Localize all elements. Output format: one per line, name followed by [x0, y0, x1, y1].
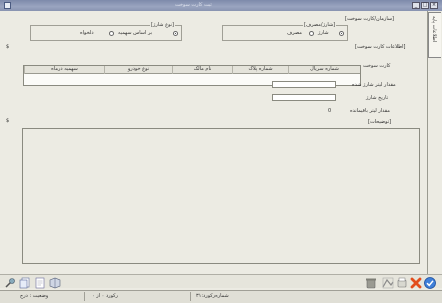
grid-header-monthly-quota[interactable]: سهمیه درماه — [24, 66, 104, 74]
app-icon — [4, 2, 11, 9]
grid-header: شماره سریال شماره پلاک نام مالک نوع خودر… — [24, 66, 360, 74]
page-icon[interactable] — [34, 277, 46, 289]
section-title-card-info: [اطلاعات کارت سوخت] — [355, 44, 406, 50]
grid-header-vehicle-type[interactable]: نوع خودرو — [104, 66, 172, 74]
status-mode: وضعیت : درج — [20, 293, 49, 299]
card-label: کارت سوخت — [363, 63, 391, 69]
close-button[interactable]: × — [430, 2, 438, 9]
section-marker: $ — [6, 44, 10, 50]
radio-consumption-label: مصرف — [287, 30, 302, 36]
remaining-liters-value: 0 — [328, 108, 332, 114]
status-divider — [190, 292, 191, 301]
radio-by-quota-label: بر اساس سهمیه — [118, 30, 153, 36]
radio-consumption[interactable] — [309, 31, 314, 36]
grid-header-owner[interactable]: نام مالک — [172, 66, 232, 74]
export-icon[interactable] — [382, 277, 394, 289]
radio-charge[interactable] — [339, 31, 344, 36]
notes-label: [توضیحات] — [368, 119, 392, 125]
charged-liters-input[interactable] — [272, 81, 336, 88]
window-controls: _ □ × — [412, 2, 438, 9]
app-window: ثبت کارت سوخت _ □ × [سازمان/کارت سوخت] [… — [0, 0, 442, 303]
section-marker: $ — [6, 118, 10, 124]
delete-icon[interactable] — [410, 277, 422, 289]
charge-type-group-label: [نوع شارژ] — [150, 22, 175, 28]
radio-by-quota[interactable] — [173, 31, 178, 36]
window-title: ثبت کارت سوخت — [175, 2, 212, 8]
charge-date-input[interactable] — [272, 94, 336, 101]
remaining-liters-label: مقدار لیتر باقیمانده — [350, 108, 390, 114]
charge-date-label: تاریخ شارژ — [366, 95, 389, 101]
status-record-number: شماره‌رکورد:۳۱ — [196, 293, 229, 299]
recycle-icon[interactable] — [365, 277, 377, 289]
copy-icon[interactable] — [19, 277, 31, 289]
tools-icon[interactable] — [4, 277, 16, 289]
windows-icon[interactable] — [49, 277, 61, 289]
charged-liters-label: مقدار لیتر شارژ شده — [352, 82, 396, 88]
tab-basic-info[interactable]: اطلاعات پایه — [428, 12, 441, 58]
radio-custom[interactable] — [109, 31, 114, 36]
grid-header-serial[interactable]: شماره سریال — [288, 66, 360, 74]
tab-basic-info-label: اطلاعات پایه — [431, 16, 437, 43]
minimize-button[interactable]: _ — [412, 2, 420, 9]
radio-custom-label: دلخواه — [80, 30, 94, 36]
status-record-count: رکورد ۰ از ۰ — [92, 293, 118, 299]
print-icon[interactable] — [396, 277, 408, 289]
consumption-group-label: [شارژ/مصرف] — [303, 22, 337, 28]
grid-header-plate[interactable]: شماره پلاک — [232, 66, 288, 74]
maximize-button[interactable]: □ — [421, 2, 429, 9]
confirm-icon[interactable] — [424, 277, 436, 289]
status-divider — [84, 292, 85, 301]
title-bar: ثبت کارت سوخت _ □ × — [0, 0, 442, 11]
notes-textarea[interactable] — [22, 128, 420, 264]
section-title-organization: [سازمان/کارت سوخت] — [345, 16, 394, 22]
radio-charge-label: شارژ — [318, 30, 329, 36]
